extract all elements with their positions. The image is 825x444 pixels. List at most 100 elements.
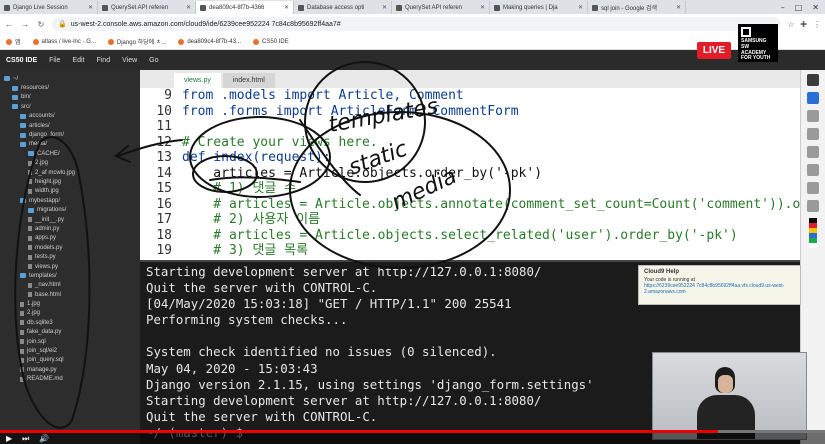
back-icon[interactable]: ← — [4, 20, 14, 29]
file-tree-item[interactable]: README.md — [0, 375, 140, 384]
close-tab-icon[interactable]: ✕ — [186, 4, 191, 11]
bookmark-item[interactable]: dea809c4-8f7b-43... — [178, 38, 241, 45]
file-icon — [28, 292, 32, 298]
url-input[interactable]: 🔒 us-west-2.console.aws.amazon.com/cloud… — [52, 17, 782, 31]
file-tree-item[interactable]: join.sql — [0, 337, 140, 346]
file-tree-item[interactable]: 2.jpg — [0, 309, 140, 318]
file-tree-item[interactable]: src/ — [0, 102, 140, 111]
file-tree-item[interactable]: height.jpg — [0, 177, 140, 186]
bookmark-item[interactable]: atlass / live-lnc · G... — [32, 38, 96, 45]
play-icon[interactable]: ▶ — [6, 434, 12, 444]
bookmark-label: 앱 — [15, 40, 21, 46]
bookmark-item[interactable]: CS50 IDE — [253, 38, 289, 45]
close-tab-icon[interactable]: ✕ — [676, 4, 681, 11]
browser-tab-label: dea809c4-8f7b-4366 — [209, 4, 265, 11]
star-icon[interactable]: ☆ — [787, 20, 794, 29]
file-tree-item[interactable]: ~/ — [0, 74, 140, 83]
bookmark-item[interactable]: Django 하당에 ㅊ... — [107, 37, 166, 46]
file-tree-item[interactable]: tests.py — [0, 252, 140, 261]
file-tree-item[interactable]: 1.jpg — [0, 299, 140, 308]
file-tree-item[interactable]: fake_data.py — [0, 328, 140, 337]
file-tree-item[interactable]: db.sqlite3 — [0, 318, 140, 327]
file-tree-label: __init__.py — [35, 216, 65, 223]
file-tree-item[interactable]: base.html — [0, 290, 140, 299]
maximize-icon[interactable]: □ — [795, 3, 803, 12]
file-tree-item[interactable]: views.py — [0, 262, 140, 271]
file-tree-label: fake_data.py — [27, 329, 62, 336]
menu-item[interactable]: Go — [149, 57, 158, 64]
close-tab-icon[interactable]: ✕ — [88, 4, 93, 11]
close-tab-icon[interactable]: ✕ — [480, 4, 485, 11]
file-icon — [28, 282, 32, 288]
video-progress-track[interactable] — [0, 430, 825, 433]
line-tool-icon[interactable] — [807, 146, 819, 158]
code-area[interactable]: 9 from .models import Article, Comment 10 f… — [140, 88, 800, 259]
browser-tab[interactable]: QuerySet API referen ✕ — [98, 1, 196, 14]
redo-icon[interactable] — [807, 200, 819, 212]
next-icon[interactable]: ⏭ — [22, 434, 29, 444]
eraser-tool-icon[interactable] — [807, 128, 819, 140]
close-tab-icon[interactable]: ✕ — [578, 4, 583, 11]
file-tree-item[interactable]: join_sql/ei2 — [0, 346, 140, 355]
editor-tab[interactable]: index.html — [222, 73, 275, 88]
file-tree-label: 2_af mcwlo.jpg — [35, 169, 76, 176]
menu-icon[interactable]: ⋮ — [813, 20, 821, 29]
file-tree-item[interactable]: admin.py — [0, 224, 140, 233]
file-tree-item[interactable]: models.py — [0, 243, 140, 252]
line-number: 11 — [156, 119, 172, 134]
color-palette[interactable] — [809, 218, 817, 248]
file-tree-item[interactable]: media/ — [0, 140, 140, 149]
close-tab-icon[interactable]: ✕ — [284, 4, 289, 11]
file-tree-item[interactable]: apps.py — [0, 234, 140, 243]
bookmark-item[interactable]: 앱 — [6, 37, 21, 46]
file-tree-item[interactable]: django_form/ — [0, 130, 140, 139]
arrow-tool-icon[interactable] — [807, 164, 819, 176]
browser-tab[interactable]: Django Live Session ✕ — [0, 1, 98, 14]
browser-tab[interactable]: dea809c4-8f7b-4366 ✕ — [196, 1, 294, 14]
highlighter-tool-icon[interactable] — [807, 110, 819, 122]
code-text: def index(request): — [182, 150, 331, 165]
help-popup-link[interactable]: https://6239cee952224 7c84c8b95692ff4aa.… — [644, 283, 795, 295]
file-tree-item[interactable]: __init__.py — [0, 215, 140, 224]
file-tree-item[interactable]: CACHE/ — [0, 149, 140, 158]
file-tree-label: 2.jpg — [35, 160, 49, 167]
menu-item[interactable]: Edit — [72, 57, 84, 64]
extension-icon[interactable]: ✚ — [800, 20, 807, 29]
browser-tab[interactable]: sql join - Google 검색 ✕ — [588, 1, 686, 14]
lock-icon: 🔒 — [58, 21, 67, 28]
file-tree-item[interactable]: _nav.html — [0, 281, 140, 290]
file-tree-item[interactable]: accounts/ — [0, 112, 140, 121]
minimize-icon[interactable]: – — [781, 3, 785, 12]
menu-item[interactable]: View — [122, 57, 137, 64]
browser-tab[interactable]: Making queries | Dja ✕ — [490, 1, 588, 14]
forward-icon[interactable]: → — [20, 20, 30, 29]
file-tree-item[interactable]: 2.jpg — [0, 159, 140, 168]
file-tree-item[interactable]: bin/ — [0, 93, 140, 102]
file-tree-item[interactable]: mybestapp/ — [0, 196, 140, 205]
editor-tab-bar: views.py index.html — [140, 70, 800, 88]
file-tree-item[interactable]: resources/ — [0, 83, 140, 92]
close-tab-icon[interactable]: ✕ — [382, 4, 387, 11]
file-tree-item[interactable]: templates/ — [0, 271, 140, 280]
file-tree-label: tests.py — [35, 254, 56, 261]
file-tree-item[interactable]: migrations/ — [0, 205, 140, 214]
menu-item[interactable]: File — [49, 57, 60, 64]
undo-icon[interactable] — [807, 182, 819, 194]
cursor-tool-icon[interactable] — [807, 74, 819, 86]
file-tree-item[interactable]: manage.py — [0, 365, 140, 374]
volume-icon[interactable]: 🔊 — [39, 434, 49, 444]
pen-tool-icon[interactable] — [807, 92, 819, 104]
close-window-icon[interactable]: ✕ — [812, 3, 819, 12]
browser-tab[interactable]: QuerySet API referen ✕ — [392, 1, 490, 14]
editor-tab[interactable]: views.py — [174, 73, 221, 88]
menu-item[interactable]: Find — [96, 57, 110, 64]
file-tree-item[interactable]: articles/ — [0, 121, 140, 130]
code-line: 9 from .models import Article, Comment — [140, 88, 800, 104]
file-icon — [28, 160, 32, 166]
browser-tab[interactable]: Database access opti ✕ — [294, 1, 392, 14]
file-tree-label: models.py — [35, 244, 63, 251]
reload-icon[interactable]: ↻ — [36, 20, 46, 29]
file-tree-item[interactable]: join_query.sql — [0, 356, 140, 365]
file-tree-item[interactable]: 2_af mcwlo.jpg — [0, 168, 140, 177]
file-tree-item[interactable]: width.jpg — [0, 187, 140, 196]
